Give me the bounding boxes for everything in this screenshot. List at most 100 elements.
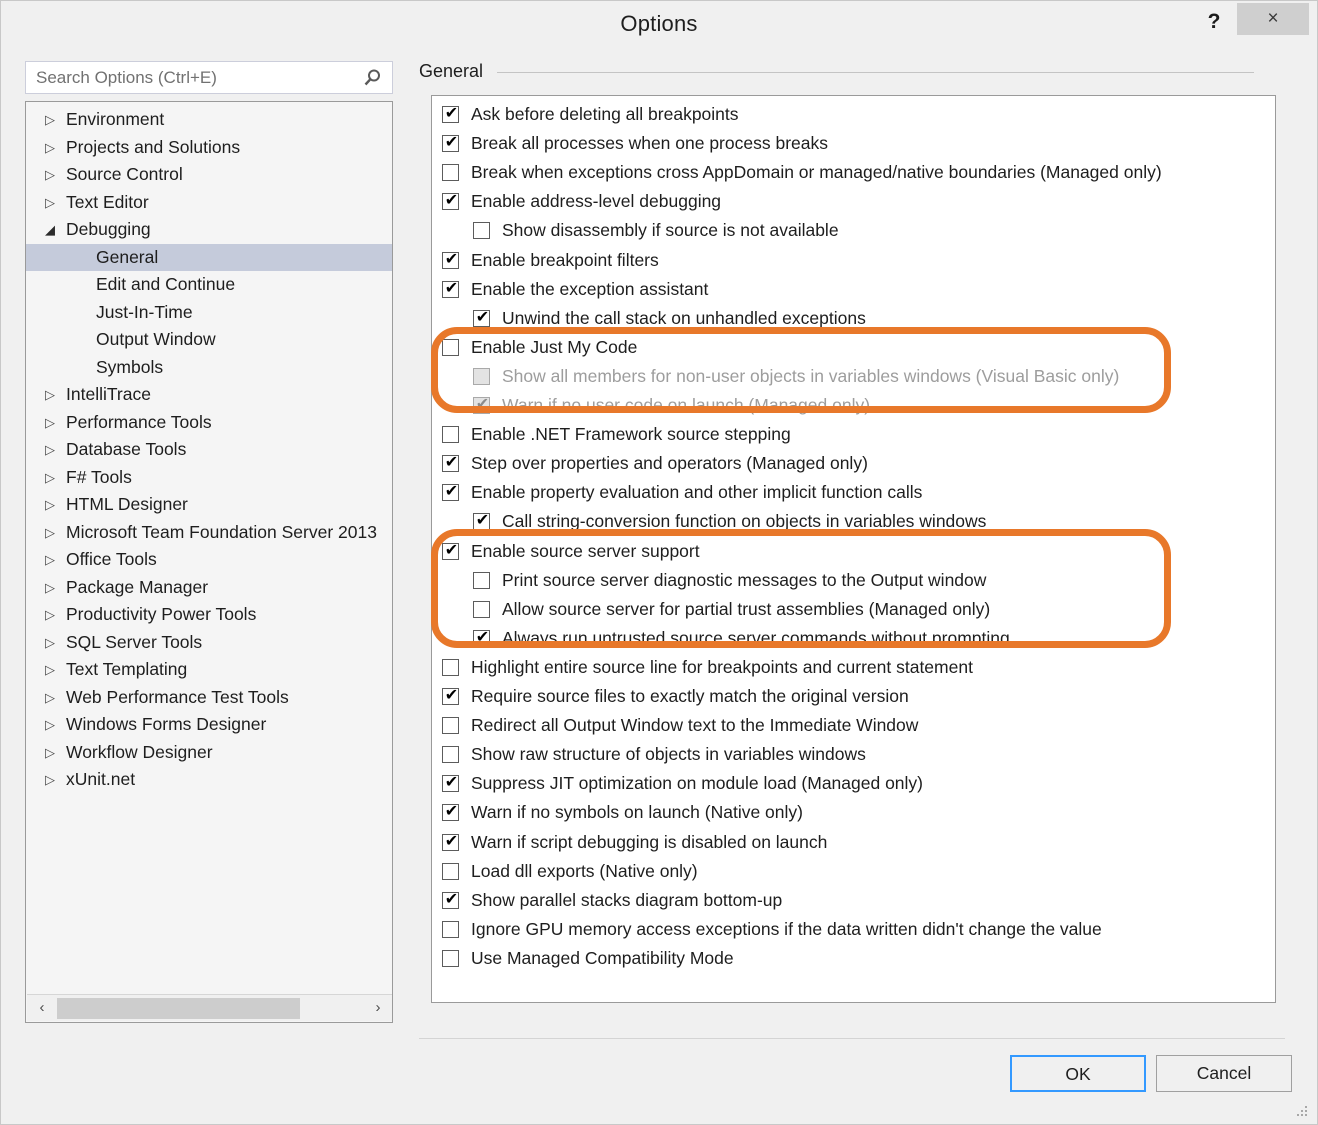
tree-item-label: Text Editor (66, 189, 149, 217)
tree-item-sql-server-tools[interactable]: ▷SQL Server Tools (26, 629, 392, 657)
chevron-right-icon[interactable]: ▷ (42, 684, 58, 712)
checkbox-checked[interactable]: ✔ (473, 630, 490, 647)
chevron-right-icon[interactable]: ▷ (42, 739, 58, 767)
checkbox-unchecked[interactable] (473, 222, 490, 239)
chevron-right-icon[interactable]: ▷ (42, 629, 58, 657)
chevron-right-icon[interactable]: ▷ (42, 766, 58, 794)
scroll-right-arrow-icon[interactable]: › (365, 995, 391, 1021)
chevron-right-icon[interactable]: ▷ (42, 161, 58, 189)
chevron-right-icon[interactable]: ▷ (42, 409, 58, 437)
checkbox-checked: ✔ (473, 397, 490, 414)
chevron-right-icon[interactable]: ▷ (42, 381, 58, 409)
options-checkbox-list[interactable]: ✔Ask before deleting all breakpoints✔Bre… (431, 95, 1276, 1003)
tree-item-windows-forms-designer[interactable]: ▷Windows Forms Designer (26, 711, 392, 739)
tree-item-source-control[interactable]: ▷Source Control (26, 161, 392, 189)
tree-item-text-templating[interactable]: ▷ Text Templating (26, 656, 392, 684)
tree-item-xunit-net[interactable]: ▷xUnit.net (26, 766, 392, 794)
tree-item-label: Web Performance Test Tools (66, 684, 289, 712)
tree-item-symbols[interactable]: Symbols (26, 354, 392, 382)
chevron-right-icon[interactable]: ▷ (42, 574, 58, 602)
checkbox-unchecked[interactable] (473, 572, 490, 589)
chevron-down-icon[interactable]: ◢ (42, 216, 58, 244)
tree-item-web-performance-test-tools[interactable]: ▷ Web Performance Test Tools (26, 684, 392, 712)
tree-item-office-tools[interactable]: ▷Office Tools (26, 546, 392, 574)
tree-item-label: Text Templating (66, 656, 187, 684)
checkbox-checked[interactable]: ✔ (442, 193, 459, 210)
chevron-right-icon[interactable]: ▷ (42, 546, 58, 574)
chevron-right-icon[interactable]: ▷ (42, 519, 58, 547)
tree-horizontal-scrollbar[interactable]: ‹ › (27, 994, 393, 1021)
checkbox-unchecked[interactable] (442, 921, 459, 938)
check-icon: ✔ (444, 133, 459, 152)
tree-item-workflow-designer[interactable]: ▷Workflow Designer (26, 739, 392, 767)
tree-item-intellitrace[interactable]: ▷IntelliTrace (26, 381, 392, 409)
checkbox-unchecked[interactable] (442, 746, 459, 763)
chevron-right-icon[interactable]: ▷ (42, 106, 58, 134)
tree-item-projects-and-solutions[interactable]: ▷Projects and Solutions (26, 134, 392, 162)
option-label: Enable address-level debugging (471, 187, 721, 216)
checkbox-unchecked[interactable] (442, 863, 459, 880)
tree-item-productivity-power-tools[interactable]: ▷Productivity Power Tools (26, 601, 392, 629)
checkbox-unchecked[interactable] (473, 601, 490, 618)
tree-item-label: Microsoft Team Foundation Server 2013 (66, 519, 377, 547)
tree-item-debugging[interactable]: ◢Debugging (26, 216, 392, 244)
tree-item-general[interactable]: General (26, 244, 392, 272)
check-icon: ✔ (475, 628, 490, 647)
option-label: Warn if script debugging is disabled on … (471, 828, 827, 857)
checkbox-unchecked[interactable] (442, 426, 459, 443)
chevron-right-icon[interactable]: ▷ (42, 491, 58, 519)
checkbox-unchecked[interactable] (442, 717, 459, 734)
option-label: Enable the exception assistant (471, 275, 708, 304)
scrollbar-thumb[interactable] (57, 998, 300, 1019)
chevron-right-icon[interactable]: ▷ (42, 601, 58, 629)
checkbox-unchecked[interactable] (442, 164, 459, 181)
cancel-button[interactable]: Cancel (1156, 1055, 1292, 1092)
tree-item-performance-tools[interactable]: ▷Performance Tools (26, 409, 392, 437)
help-button[interactable]: ? (1196, 5, 1232, 39)
option-label: Load dll exports (Native only) (471, 857, 698, 886)
checkbox-checked[interactable]: ✔ (473, 310, 490, 327)
checkbox-checked[interactable]: ✔ (473, 513, 490, 530)
checkbox-checked[interactable]: ✔ (442, 543, 459, 560)
tree-item-just-in-time[interactable]: Just-In-Time (26, 299, 392, 327)
checkbox-checked[interactable]: ✔ (442, 106, 459, 123)
checkbox-unchecked[interactable] (442, 659, 459, 676)
tree-item-environment[interactable]: ▷Environment (26, 106, 392, 134)
checkbox-checked[interactable]: ✔ (442, 834, 459, 851)
checkbox-checked[interactable]: ✔ (442, 252, 459, 269)
checkbox-checked[interactable]: ✔ (442, 688, 459, 705)
resize-grip[interactable] (1295, 1104, 1309, 1118)
tree-item-text-editor[interactable]: ▷ Text Editor (26, 189, 392, 217)
options-tree[interactable]: ▷Environment▷Projects and Solutions▷Sour… (25, 101, 393, 1023)
search-input[interactable] (34, 67, 348, 89)
chevron-right-icon[interactable]: ▷ (42, 464, 58, 492)
tree-item-package-manager[interactable]: ▷Package Manager (26, 574, 392, 602)
checkbox-unchecked[interactable] (442, 950, 459, 967)
checkbox-checked[interactable]: ✔ (442, 484, 459, 501)
scroll-left-arrow-icon[interactable]: ‹ (29, 995, 55, 1021)
checkbox-checked[interactable]: ✔ (442, 455, 459, 472)
close-button[interactable]: × (1237, 3, 1309, 35)
chevron-right-icon[interactable]: ▷ (42, 436, 58, 464)
tree-item-database-tools[interactable]: ▷Database Tools (26, 436, 392, 464)
check-icon: ✔ (475, 511, 490, 530)
checkbox-unchecked[interactable] (442, 339, 459, 356)
checkbox-checked[interactable]: ✔ (442, 775, 459, 792)
ok-button[interactable]: OK (1010, 1055, 1146, 1092)
tree-item-microsoft-team-foundation-server-2013[interactable]: ▷ Microsoft Team Foundation Server 2013 (26, 519, 392, 547)
tree-item-html-designer[interactable]: ▷HTML Designer (26, 491, 392, 519)
chevron-right-icon[interactable]: ▷ (42, 711, 58, 739)
checkbox-unchecked (473, 368, 490, 385)
option-label: Enable source server support (471, 537, 700, 566)
tree-item-output-window[interactable]: Output Window (26, 326, 392, 354)
chevron-right-icon[interactable]: ▷ (42, 189, 58, 217)
chevron-right-icon[interactable]: ▷ (42, 656, 58, 684)
tree-item-f-tools[interactable]: ▷F# Tools (26, 464, 392, 492)
checkbox-checked[interactable]: ✔ (442, 281, 459, 298)
search-box[interactable] (25, 61, 393, 94)
checkbox-checked[interactable]: ✔ (442, 135, 459, 152)
checkbox-checked[interactable]: ✔ (442, 892, 459, 909)
chevron-right-icon[interactable]: ▷ (42, 134, 58, 162)
tree-item-edit-and-continue[interactable]: Edit and Continue (26, 271, 392, 299)
checkbox-checked[interactable]: ✔ (442, 804, 459, 821)
